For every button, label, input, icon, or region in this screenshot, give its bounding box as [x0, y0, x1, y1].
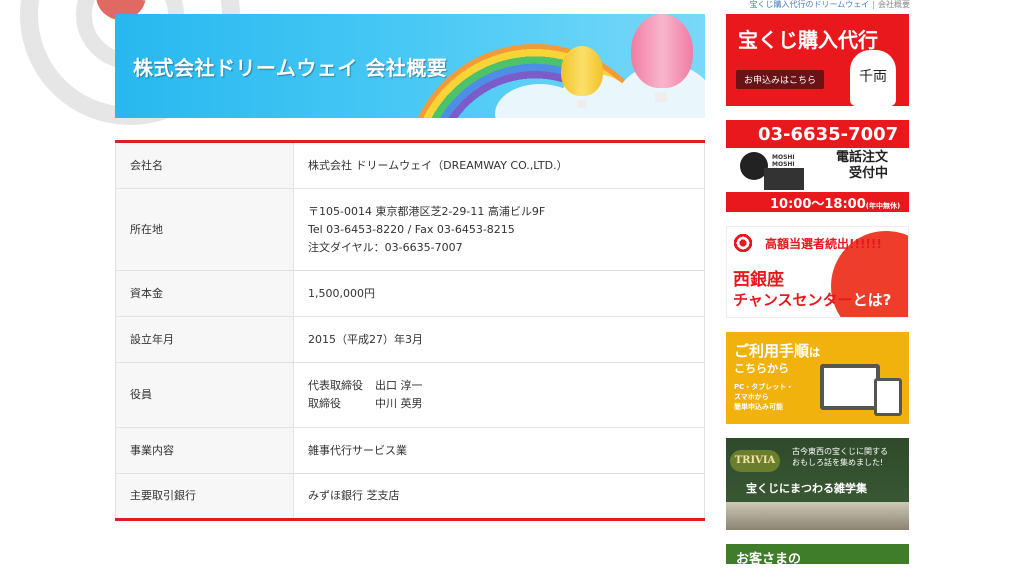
- yellow-balloon-illustration: [561, 46, 603, 96]
- table-row: 主要取引銀行 みずほ銀行 芝支店: [115, 473, 705, 520]
- officer-role: 取締役: [308, 397, 341, 410]
- row-value: 1,500,000円: [293, 270, 705, 317]
- bank-text: みずほ銀行 芝支店: [308, 489, 400, 502]
- row-label: 会社名: [115, 141, 294, 189]
- row-value: 株式会社 ドリームウェイ（DREAMWAY CO.,LTD.）: [293, 141, 705, 189]
- phone-order-line1: 電話注文: [836, 150, 889, 165]
- table-row: 事業内容 雑事代行サービス業: [115, 427, 705, 474]
- usage-title: ご利用手順は: [734, 340, 820, 361]
- table-row: 役員 代表取締役 出口 淳一 取締役 中川 英男: [115, 362, 705, 428]
- officer-entry: 代表取締役 出口 淳一: [308, 377, 690, 395]
- row-label: 役員: [115, 362, 294, 428]
- officer-name: 中川 英男: [375, 397, 423, 410]
- pink-balloon-illustration: [631, 14, 693, 88]
- row-value: 2015（平成27）年3月: [293, 316, 705, 363]
- lucky-cat-coin-text: 千両: [859, 69, 887, 85]
- row-value: 雑事代行サービス業: [293, 427, 705, 474]
- usage-subtitle: こちらから: [734, 362, 789, 375]
- row-label: 設立年月: [115, 316, 294, 363]
- company-info-table: 会社名 株式会社 ドリームウェイ（DREAMWAY CO.,LTD.） 所在地 …: [115, 140, 705, 521]
- officer-entry: 取締役 中川 英男: [308, 395, 690, 413]
- page-title: 株式会社ドリームウェイ 会社概要: [133, 56, 448, 80]
- officer-name: 出口 淳一: [375, 379, 423, 392]
- customer-banner[interactable]: お客さまの: [726, 544, 909, 564]
- pink-balloon-basket: [655, 92, 667, 102]
- tablet-icon: [874, 378, 902, 416]
- business-hours: 10:00〜18:00(年中無休): [770, 193, 900, 212]
- chance-center-text: チャンスセンターとは?: [733, 289, 891, 310]
- phone-number: 03-6635-7007: [758, 124, 899, 145]
- apply-button[interactable]: お申込みはこちら: [736, 70, 825, 89]
- hours-text: 10:00〜18:00: [770, 197, 866, 212]
- row-value: 〒105-0014 東京都港区芝2-29-11 高浦ビル9F Tel 03-64…: [293, 188, 705, 271]
- monitor-icon: [820, 364, 880, 410]
- sidebar-banners: 宝くじ購入代行 お申込みはこちら 千両 03-6635-7007 MOSHI MO…: [726, 14, 909, 578]
- row-value: みずほ銀行 芝支店: [293, 473, 705, 520]
- trivia-line2: おもしろ話を集めました!: [792, 458, 884, 467]
- row-label: 事業内容: [115, 427, 294, 474]
- monitor-icon: [764, 168, 804, 190]
- usage-line1: PC・タブレット・: [734, 383, 794, 391]
- table-row: 設立年月 2015（平成27）年3月: [115, 316, 705, 363]
- trivia-logo: TRIVIA: [730, 450, 780, 472]
- table-row: 資本金 1,500,000円: [115, 270, 705, 317]
- trivia-title: 宝くじにまつわる雑学集: [746, 482, 867, 495]
- phone-order-label: 電話注文 受付中: [836, 150, 888, 182]
- breadcrumb-current: 会社概要: [878, 0, 910, 9]
- row-value: 代表取締役 出口 淳一 取締役 中川 英男: [293, 362, 705, 428]
- target-icon: [733, 233, 753, 253]
- capital-text: 1,500,000円: [308, 286, 375, 300]
- tel-fax-text: Tel 03-6453-8220 / Fax 03-6453-8215: [308, 222, 515, 236]
- chance-center-question: とは?: [852, 291, 892, 309]
- officer-role: 代表取締役: [308, 379, 363, 392]
- table-row: 会社名 株式会社 ドリームウェイ（DREAMWAY CO.,LTD.）: [115, 141, 705, 189]
- yellow-balloon-basket: [577, 100, 587, 108]
- holiday-text: (年中無休): [865, 202, 901, 210]
- table-row: 所在地 〒105-0014 東京都港区芝2-29-11 高浦ビル9F Tel 0…: [115, 188, 705, 271]
- lottery-purchase-banner[interactable]: 宝くじ購入代行 お申込みはこちら 千両: [726, 14, 909, 106]
- row-label: 主要取引銀行: [115, 473, 294, 520]
- trivia-description: 古今東西の宝くじに関する おもしろ話を集めました!: [792, 446, 888, 468]
- trivia-banner[interactable]: TRIVIA 古今東西の宝くじに関する おもしろ話を集めました! 宝くじにまつわる…: [726, 438, 909, 530]
- customer-banner-title: お客さまの: [736, 552, 802, 564]
- usage-title-main: ご利用手順: [734, 342, 810, 360]
- row-label: 資本金: [115, 270, 294, 317]
- established-text: 2015（平成27）年3月: [308, 332, 423, 346]
- usage-line2: スマホから: [734, 393, 769, 401]
- usage-title-particle: は: [809, 346, 821, 359]
- breadcrumb-home-link[interactable]: 宝くじ購入代行のドリームウェイ: [750, 0, 870, 9]
- banner-title: 宝くじ購入代行: [738, 28, 878, 52]
- chance-center-name: チャンスセンター: [733, 291, 853, 309]
- business-text: 雑事代行サービス業: [308, 443, 407, 457]
- winners-text: 高額当選者続出!!!!!!: [765, 237, 882, 251]
- chance-center-banner[interactable]: 高額当選者続出!!!!!! 西銀座 チャンスセンターとは?: [726, 226, 909, 318]
- usage-description: PC・タブレット・ スマホから簡単申込み可能: [734, 382, 793, 412]
- company-name-text: 株式会社 ドリームウェイ（DREAMWAY CO.,LTD.）: [308, 158, 568, 172]
- moshi-1: MOSHI: [772, 154, 795, 161]
- address-text: 〒105-0014 東京都港区芝2-29-11 高浦ビル9F: [308, 204, 546, 218]
- breadcrumb-separator: |: [872, 0, 875, 9]
- row-label: 所在地: [115, 188, 294, 271]
- usage-guide-banner[interactable]: ご利用手順は こちらから PC・タブレット・ スマホから簡単申込み可能: [726, 332, 909, 424]
- phone-order-line2: 受付中: [849, 166, 889, 181]
- phone-order-banner[interactable]: 03-6635-7007 MOSHI MOSHI 電話注文 受付中 10:00〜18…: [726, 120, 909, 212]
- trivia-line1: 古今東西の宝くじに関する: [792, 447, 888, 456]
- order-dial-text: 注文ダイヤル：03-6635-7007: [308, 240, 463, 254]
- usage-line3: 簡単申込み可能: [734, 403, 783, 411]
- nishiginza-text: 西銀座: [733, 270, 784, 290]
- open-book-illustration: [726, 502, 909, 530]
- breadcrumb: 宝くじ購入代行のドリームウェイ | 会社概要: [750, 0, 910, 9]
- moshi-text: MOSHI MOSHI: [772, 154, 795, 168]
- page-title-banner: 株式会社ドリームウェイ 会社概要: [115, 14, 705, 118]
- moshi-2: MOSHI: [772, 161, 795, 168]
